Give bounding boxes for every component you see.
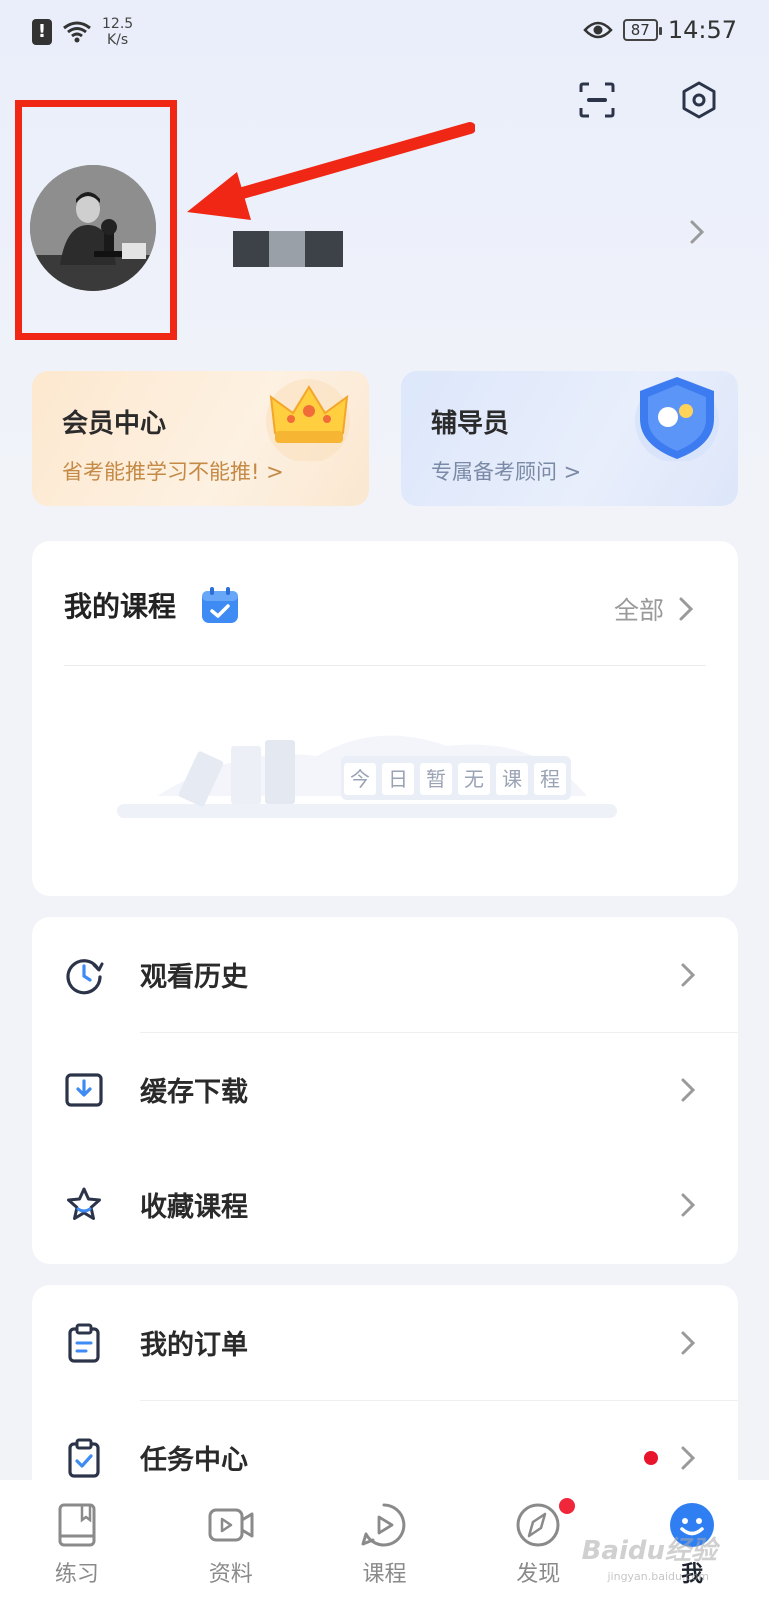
shield-icon: [635, 377, 719, 461]
chevron-right-icon: [681, 1331, 696, 1354]
clock-time: 14:57: [667, 16, 737, 44]
chevron-right-icon: [679, 597, 694, 621]
tab-materials-label: 资料: [208, 1562, 253, 1587]
watch-history-item[interactable]: 观看历史: [32, 917, 738, 1032]
courses-all-link[interactable]: 全部: [614, 591, 694, 627]
tab-practice[interactable]: 练习: [0, 1480, 154, 1600]
clipboard-icon: [68, 1323, 100, 1363]
watermark-url: jingyan.baidu.com: [607, 1570, 709, 1583]
network-speed: 12.5 K/s: [102, 16, 134, 48]
eye-icon: [583, 21, 613, 39]
username-masked: [233, 231, 343, 267]
empty-courses-text: 今 日 暂 无 课 程: [344, 763, 566, 795]
tab-courses-label: 课程: [362, 1562, 407, 1587]
task-center-label: 任务中心: [140, 1445, 248, 1476]
menu-group-2: 我的订单 任务中心: [32, 1285, 738, 1505]
my-courses-panel: 我的课程 全部 今 日 暂 无 课 程: [32, 541, 738, 896]
tab-materials[interactable]: 资料: [154, 1480, 308, 1600]
video-icon: [208, 1508, 254, 1542]
status-bar: ! 12.5 K/s 87 14:57: [0, 0, 769, 60]
notification-dot: [559, 1498, 576, 1514]
calendar-check-icon: [202, 587, 239, 623]
profile-section[interactable]: [0, 100, 769, 340]
battery-indicator: 87: [622, 19, 662, 41]
avatar-photo: [30, 165, 156, 291]
task-icon: [68, 1438, 100, 1478]
my-orders-item[interactable]: 我的订单: [32, 1285, 738, 1400]
chevron-right-icon: [681, 1078, 696, 1101]
compass-icon: [516, 1503, 560, 1547]
favorite-courses-item[interactable]: 收藏课程: [32, 1147, 738, 1262]
play-circle-icon: [361, 1503, 406, 1547]
watermark: Baidu经验: [581, 1536, 717, 1566]
tab-practice-label: 练习: [54, 1562, 99, 1587]
chevron-right-icon: [681, 963, 696, 986]
divider: [64, 665, 706, 666]
chevron-right-icon[interactable]: [687, 218, 707, 246]
menu-group-1: 观看历史 缓存下载 收藏课程: [32, 917, 738, 1264]
favorite-courses-label: 收藏课程: [140, 1192, 248, 1223]
avatar[interactable]: [30, 165, 156, 291]
chevron-right-icon: [681, 1193, 696, 1216]
alert-icon: !: [32, 19, 52, 45]
my-courses-title: 我的课程: [64, 590, 177, 623]
notification-dot: [644, 1450, 658, 1465]
crown-icon: [266, 379, 350, 461]
tab-discover-label: 发现: [516, 1562, 561, 1587]
cache-download-label: 缓存下载: [140, 1077, 248, 1108]
cache-download-item[interactable]: 缓存下载: [32, 1032, 738, 1147]
red-arrow-annotation: [187, 122, 475, 220]
my-orders-label: 我的订单: [140, 1330, 248, 1361]
download-icon: [65, 1072, 103, 1107]
vip-center-card[interactable]: 会员中心 省考能推学习不能推! >: [32, 371, 369, 506]
star-icon: [67, 1187, 101, 1220]
tab-courses[interactable]: 课程: [308, 1480, 462, 1600]
book-icon: [58, 1503, 96, 1547]
tutor-card[interactable]: 辅导员 专属备考顾问 >: [401, 371, 738, 506]
watch-history-label: 观看历史: [140, 962, 248, 993]
courses-all-label: 全部: [613, 596, 664, 625]
clock-icon: [66, 958, 104, 994]
chevron-right-icon: [681, 1446, 696, 1469]
wifi-icon: [63, 21, 91, 43]
